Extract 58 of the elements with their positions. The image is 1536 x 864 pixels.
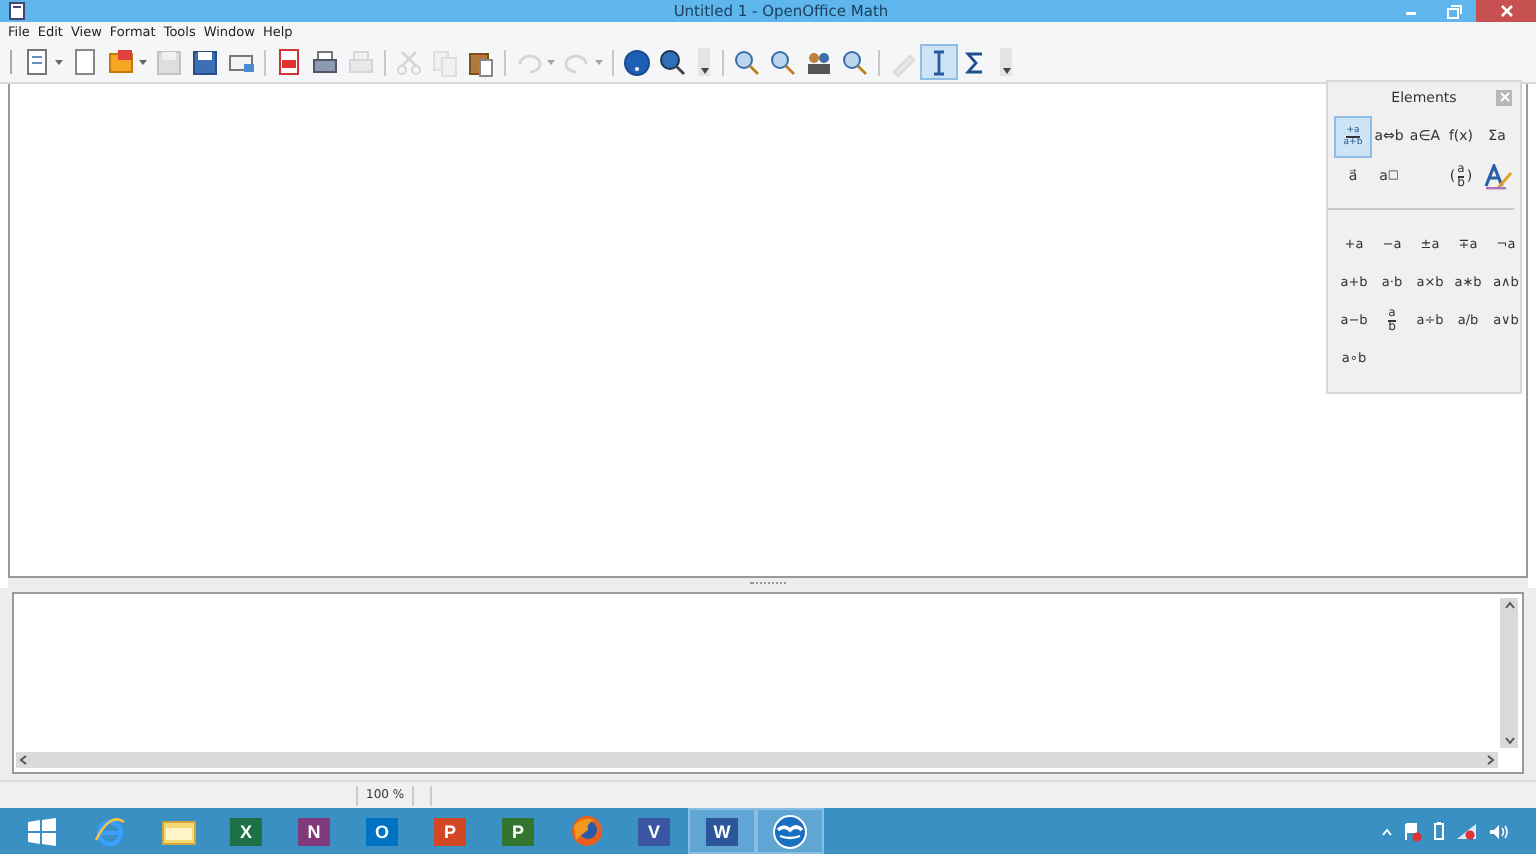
taskbar-app[interactable]: O: [348, 808, 416, 855]
app-tile-icon: V: [638, 817, 670, 846]
taskbar-app[interactable]: X: [212, 808, 280, 855]
scissors-icon: [394, 47, 424, 78]
taskbar-app[interactable]: N: [280, 808, 348, 855]
caret-icon: [594, 58, 604, 67]
splitter-handle[interactable]: [750, 581, 786, 586]
seagull-icon: [772, 813, 808, 850]
globe-icon: [569, 814, 603, 849]
command-field[interactable]: [12, 592, 1524, 775]
flag-icon[interactable]: [1404, 821, 1422, 842]
people-icon: [804, 47, 834, 78]
battery-icon[interactable]: [1434, 822, 1444, 841]
magnifier-icon: [840, 47, 870, 78]
magnifier-icon: [658, 47, 688, 78]
printer-icon: [346, 47, 376, 78]
vertical-scrollbar[interactable]: [1500, 598, 1518, 749]
zoom-out-icon: [768, 47, 798, 78]
horizontal-scrollbar[interactable]: [16, 752, 1498, 769]
caret-icon: [1001, 64, 1011, 77]
close-button[interactable]: [1476, 0, 1536, 22]
close-icon: [1499, 92, 1509, 103]
template-button[interactable]: [104, 46, 150, 79]
toolbar-overflow-button[interactable]: [698, 48, 710, 77]
caret-icon: [546, 58, 556, 67]
app-tile-icon: P: [434, 817, 466, 846]
zoom-out-button[interactable]: [766, 46, 800, 79]
copy-icon: [430, 47, 460, 78]
toolbar-overflow-button[interactable]: [1000, 48, 1012, 77]
app-tile-icon: X: [230, 817, 262, 846]
app-tile-icon: P: [502, 817, 534, 846]
printer-button[interactable]: [308, 46, 342, 79]
caret-icon: [699, 64, 709, 77]
taskbar-app[interactable]: V: [620, 808, 688, 855]
taskbar-app[interactable]: W: [688, 808, 756, 855]
caret-icon: [54, 58, 64, 67]
app-tile-icon: O: [366, 817, 398, 846]
text-cursor-button[interactable]: [922, 46, 956, 79]
folder-icon: [161, 817, 195, 846]
taskbar-app[interactable]: P: [484, 808, 552, 855]
magnifier-button[interactable]: [656, 46, 690, 79]
help-button[interactable]: [620, 46, 654, 79]
toolbar-grip[interactable]: [8, 48, 14, 77]
taskbar-app[interactable]: [756, 808, 824, 855]
zoom-in-button[interactable]: [730, 46, 764, 79]
taskbar-app[interactable]: P: [416, 808, 484, 855]
windows-icon: [28, 817, 56, 846]
network-icon[interactable]: [1456, 822, 1478, 841]
chevron-up-icon[interactable]: [1382, 827, 1392, 836]
speaker-icon[interactable]: [1490, 823, 1508, 840]
caret-icon: [138, 58, 148, 67]
floppy-disk-button[interactable]: [188, 46, 222, 79]
zoom-in-icon: [732, 47, 762, 78]
browser-icon: [94, 815, 126, 848]
close-icon: [1499, 4, 1513, 18]
app-tile-icon: W: [706, 817, 738, 846]
app-tile-icon: N: [298, 817, 330, 846]
template-icon: [106, 47, 136, 78]
